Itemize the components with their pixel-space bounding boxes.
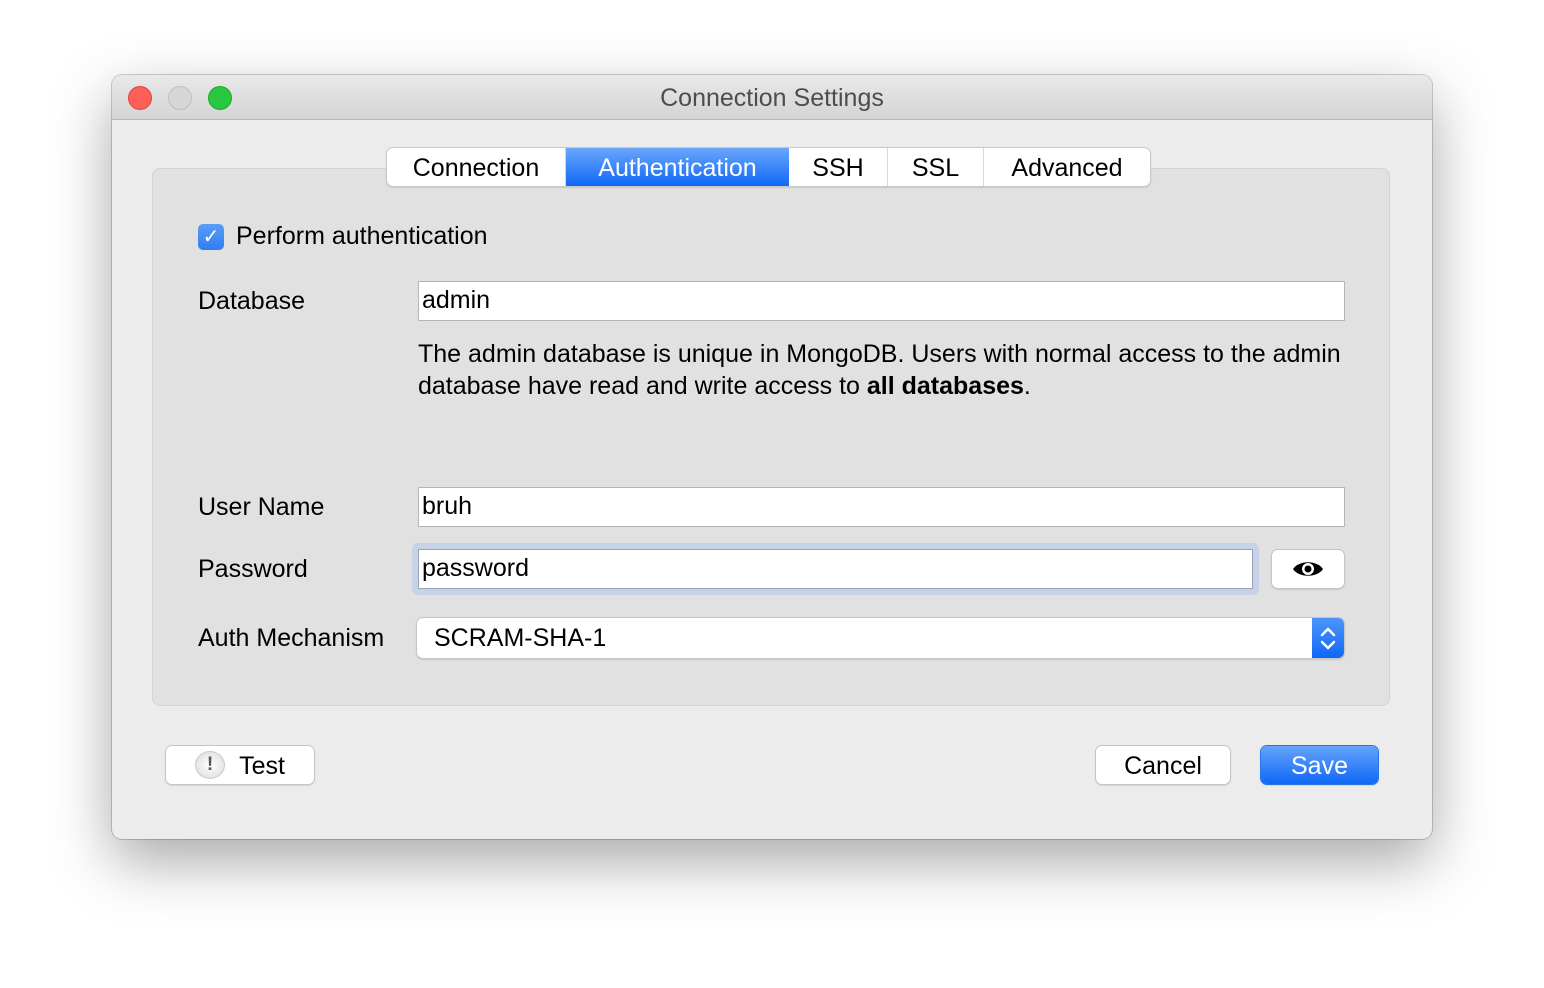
- cancel-button[interactable]: Cancel: [1096, 746, 1230, 784]
- title-bar[interactable]: Connection Settings: [112, 75, 1432, 120]
- checkmark-icon: ✓: [202, 226, 220, 248]
- test-label: Test: [239, 752, 285, 780]
- select-stepper[interactable]: [1312, 618, 1344, 658]
- window-title: Connection Settings: [660, 84, 884, 112]
- show-password-button[interactable]: [1272, 550, 1344, 588]
- help-text-suffix: .: [1023, 372, 1031, 400]
- username-label: User Name: [198, 493, 325, 521]
- eye-icon: [1293, 562, 1323, 576]
- chevron-up-down-icon: [1320, 627, 1336, 650]
- database-input[interactable]: admin: [418, 281, 1345, 321]
- auth-mechanism-label: Auth Mechanism: [198, 624, 385, 652]
- help-text-bold: all databases: [866, 372, 1024, 400]
- tab-advanced[interactable]: Advanced: [984, 148, 1150, 186]
- tab-bar: Connection Authentication SSH SSL Advanc…: [387, 148, 1150, 186]
- tab-connection[interactable]: Connection: [387, 148, 566, 186]
- database-help-text: The admin database is unique in MongoDB.…: [418, 338, 1348, 402]
- password-input[interactable]: password: [418, 549, 1253, 589]
- warning-bubble-icon: !: [195, 751, 226, 780]
- auth-mechanism-select[interactable]: SCRAM-SHA-1: [417, 618, 1344, 658]
- database-label: Database: [198, 287, 306, 315]
- test-button[interactable]: ! Test: [166, 746, 314, 784]
- tab-authentication[interactable]: Authentication: [566, 148, 789, 186]
- username-input[interactable]: bruh: [418, 487, 1345, 527]
- auth-mechanism-value: SCRAM-SHA-1: [434, 624, 607, 652]
- save-button[interactable]: Save: [1261, 746, 1378, 784]
- connection-settings-window: Connection Settings Connection Authentic…: [112, 75, 1432, 839]
- tab-ssh[interactable]: SSH: [789, 148, 888, 186]
- perform-authentication-checkbox[interactable]: ✓: [198, 224, 224, 250]
- password-label: Password: [198, 555, 308, 583]
- tab-ssl[interactable]: SSL: [888, 148, 984, 186]
- perform-authentication-label[interactable]: Perform authentication: [236, 222, 488, 251]
